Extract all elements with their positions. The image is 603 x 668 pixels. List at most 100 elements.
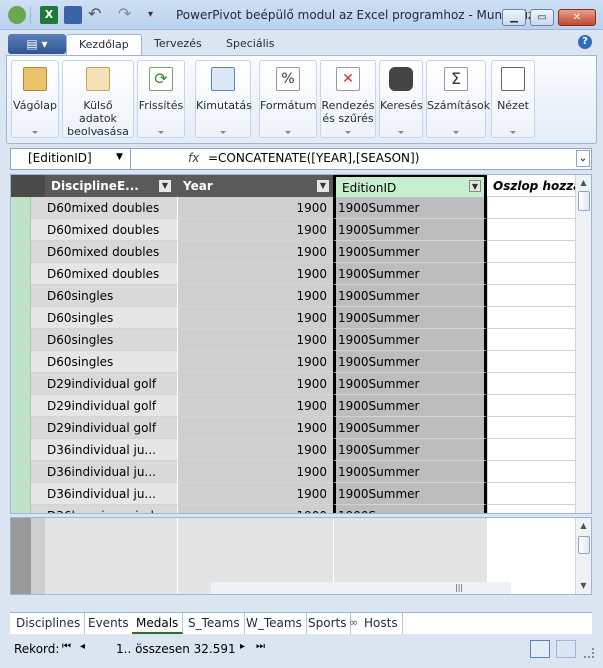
column-header-editionid[interactable]: EditionID: [333, 175, 487, 197]
add-column-cell[interactable]: [487, 351, 575, 373]
qat-customize-icon[interactable]: ▾: [148, 6, 166, 24]
editionid-cell[interactable]: 1900Summer: [333, 351, 487, 373]
sheet-tab-hosts[interactable]: ∞ Hosts: [346, 613, 403, 634]
add-column-cell[interactable]: [487, 461, 575, 483]
year-cell[interactable]: 1900: [177, 197, 333, 219]
formula-input[interactable]: =CONCATENATE([YEAR],[SEASON]): [208, 151, 419, 165]
file-menu-button[interactable]: ▤ ▾: [8, 34, 66, 54]
sheet-tab-sports[interactable]: Sports: [304, 613, 352, 634]
year-cell[interactable]: 1900: [177, 285, 333, 307]
table-row[interactable]: D60singles 1900 1900Summer: [11, 307, 591, 329]
editionid-cell[interactable]: 1900Summer: [333, 395, 487, 417]
table-row[interactable]: D60singles 1900 1900Summer: [11, 285, 591, 307]
group-view[interactable]: Nézet: [491, 60, 535, 138]
row-selector[interactable]: [11, 483, 31, 505]
horizontal-scrollbar[interactable]: |||: [211, 582, 511, 594]
excel-icon[interactable]: X: [40, 6, 58, 24]
last-record-icon[interactable]: ⏭: [256, 641, 265, 652]
vertical-scrollbar[interactable]: ▲: [575, 175, 591, 513]
discipline-cell[interactable]: D29individual golf: [45, 395, 177, 417]
discipline-cell[interactable]: D60singles: [45, 351, 177, 373]
editionid-cell[interactable]: 1900Summer: [333, 505, 487, 513]
first-record-icon[interactable]: ⏮: [62, 641, 71, 652]
diagram-view-icon[interactable]: [556, 640, 576, 658]
row-selector[interactable]: [11, 263, 31, 285]
table-cell[interactable]: [31, 505, 45, 513]
year-cell[interactable]: 1900: [177, 307, 333, 329]
resize-grip-icon[interactable]: [584, 648, 594, 658]
table-row[interactable]: D60mixed doubles 1900 1900Summer: [11, 197, 591, 219]
table-row[interactable]: D29individual golf 1900 1900Summer: [11, 373, 591, 395]
name-box[interactable]: [EditionID]: [10, 148, 131, 170]
discipline-cell[interactable]: D60singles: [45, 329, 177, 351]
row-selector[interactable]: [11, 219, 31, 241]
table-cell[interactable]: [31, 219, 45, 241]
scroll-up-icon[interactable]: ▲: [578, 177, 589, 188]
year-cell[interactable]: 1900: [177, 461, 333, 483]
year-cell[interactable]: 1900: [177, 241, 333, 263]
year-cell[interactable]: 1900: [177, 373, 333, 395]
editionid-cell[interactable]: 1900Summer: [333, 329, 487, 351]
table-cell[interactable]: [31, 197, 45, 219]
year-cell[interactable]: 1900: [177, 395, 333, 417]
table-row[interactable]: D36long jump ind...19001900Summer: [11, 505, 591, 513]
add-column-cell[interactable]: [487, 329, 575, 351]
table-cell[interactable]: [31, 285, 45, 307]
grid-view-icon[interactable]: [530, 640, 550, 658]
filter-dropdown-icon[interactable]: ▼: [317, 180, 329, 192]
table-cell[interactable]: [31, 439, 45, 461]
table-row[interactable]: D60mixed doubles 1900 1900Summer: [11, 263, 591, 285]
fx-icon[interactable]: fx: [188, 151, 199, 165]
column-header-discipline[interactable]: DisciplineE...: [45, 175, 177, 197]
editionid-cell[interactable]: 1900Summer: [333, 263, 487, 285]
table-row[interactable]: D60singles 1900 1900Summer: [11, 329, 591, 351]
editionid-cell[interactable]: 1900Summer: [333, 483, 487, 505]
table-cell[interactable]: [31, 417, 45, 439]
add-column-cell[interactable]: [487, 263, 575, 285]
year-cell[interactable]: 1900: [177, 329, 333, 351]
save-icon[interactable]: [64, 6, 82, 24]
group-sort-filter[interactable]: ✕ Rendezés és szűrés: [320, 60, 376, 138]
discipline-cell[interactable]: D60singles: [45, 307, 177, 329]
row-selector[interactable]: [11, 505, 31, 513]
expand-formula-icon[interactable]: ⌄: [576, 150, 590, 167]
discipline-cell[interactable]: D36long jump ind...: [45, 505, 177, 513]
add-column-cell[interactable]: [487, 241, 575, 263]
table-row[interactable]: D60singles 1900 1900Summer: [11, 351, 591, 373]
group-calculations[interactable]: Σ Számítások: [426, 60, 490, 138]
row-selector[interactable]: [11, 307, 31, 329]
discipline-cell[interactable]: D29individual golf: [45, 373, 177, 395]
row-selector[interactable]: [11, 329, 31, 351]
row-selector[interactable]: [11, 439, 31, 461]
add-column-cell[interactable]: [487, 197, 575, 219]
discipline-cell[interactable]: D60mixed doubles: [45, 219, 177, 241]
close-button[interactable]: ✕: [558, 9, 596, 26]
group-search[interactable]: Keresés: [379, 60, 423, 138]
help-icon[interactable]: ?: [578, 35, 592, 49]
discipline-cell[interactable]: D36individual ju...: [45, 439, 177, 461]
table-cell[interactable]: [31, 307, 45, 329]
table-row[interactable]: D60mixed doubles 1900 1900Summer: [11, 219, 591, 241]
column-header-year[interactable]: Year: [177, 175, 333, 197]
tab-design[interactable]: Tervezés: [142, 34, 214, 56]
table-cell[interactable]: [31, 351, 45, 373]
add-column-cell[interactable]: [487, 483, 575, 505]
table-row[interactable]: D36individual ju... 1900 1900Summer: [11, 461, 591, 483]
tab-home[interactable]: Kezdőlap: [66, 34, 142, 56]
table-cell[interactable]: [31, 373, 45, 395]
sheet-tab-w-teams[interactable]: W_Teams: [242, 613, 307, 634]
scroll-up-icon[interactable]: ▲: [578, 520, 589, 531]
add-column-cell[interactable]: [487, 373, 575, 395]
next-record-icon[interactable]: ▸: [240, 641, 245, 652]
discipline-cell[interactable]: D60mixed doubles: [45, 241, 177, 263]
year-cell[interactable]: 1900: [177, 417, 333, 439]
name-box-dropdown-icon[interactable]: ▼: [116, 152, 123, 162]
row-selector[interactable]: [11, 285, 31, 307]
maximize-button[interactable]: ▭: [530, 9, 554, 26]
select-all-corner[interactable]: [11, 175, 31, 197]
discipline-cell[interactable]: D60mixed doubles: [45, 197, 177, 219]
table-row[interactable]: D36individual ju... 1900 1900Summer: [11, 483, 591, 505]
editionid-cell[interactable]: 1900Summer: [333, 241, 487, 263]
row-selector[interactable]: [11, 417, 31, 439]
year-cell[interactable]: 1900: [177, 505, 333, 513]
